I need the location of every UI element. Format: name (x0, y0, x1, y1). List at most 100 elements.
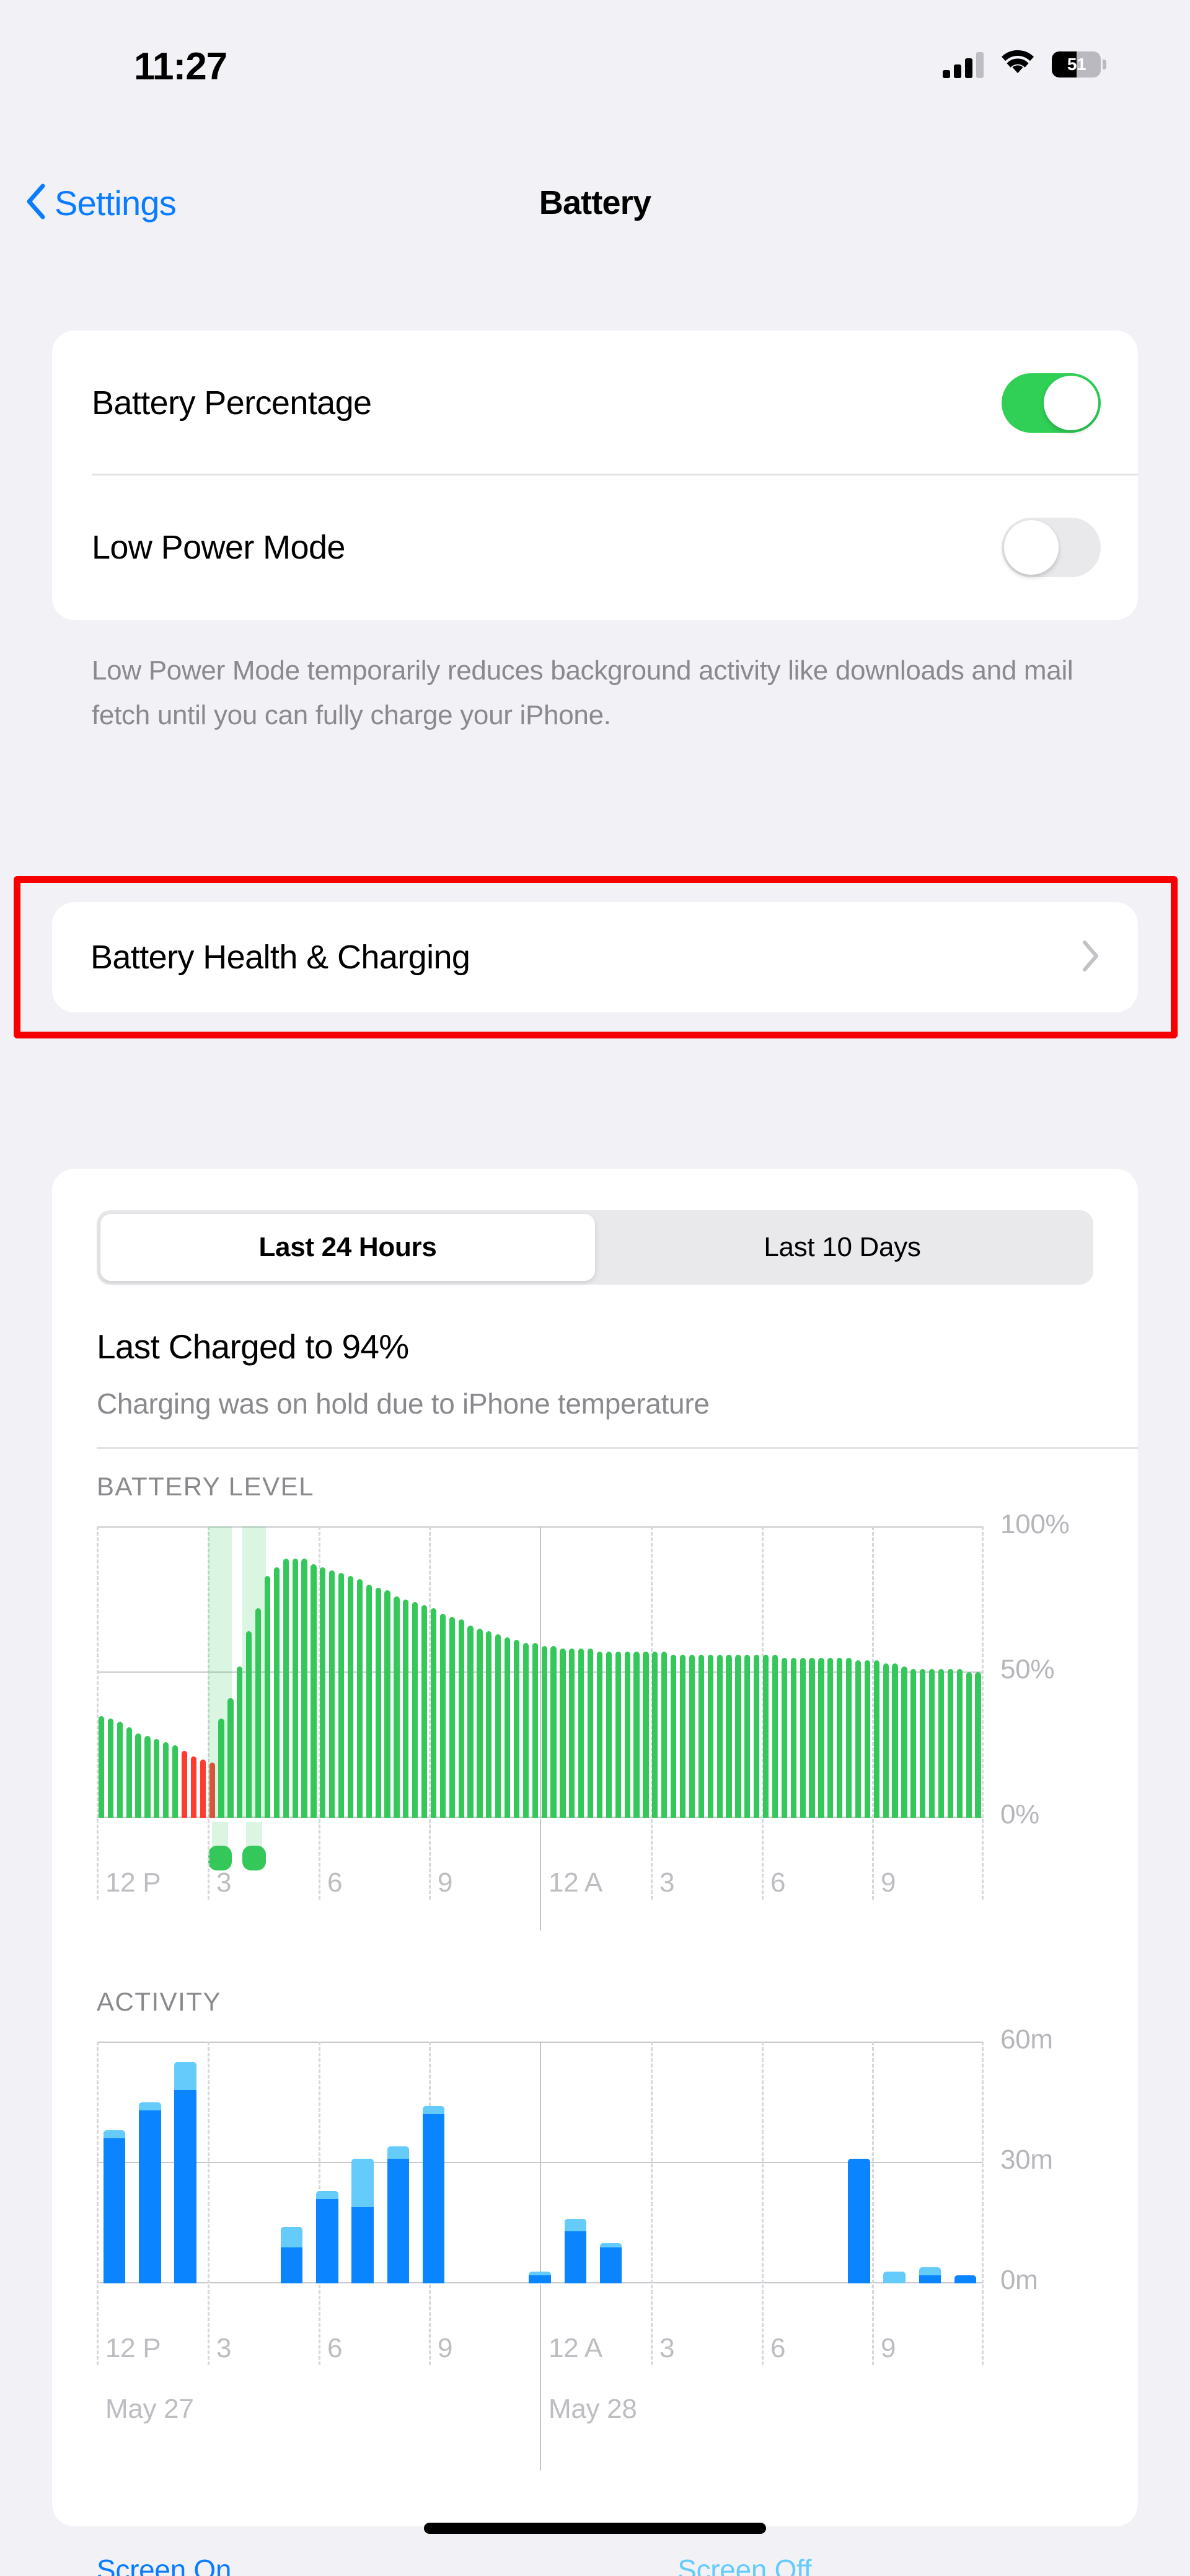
battery-usage-card: Last 24 Hours Last 10 Days Last Charged … (52, 1169, 1138, 2526)
x-axis-day-label: May 28 (549, 2394, 637, 2424)
chart-bar-slot (410, 1526, 420, 1818)
chart-bar (347, 1575, 354, 1818)
chart-bar-slot (549, 1526, 558, 1818)
chart-bar-segment-screen-on (599, 2247, 622, 2283)
x-axis-tick-label: 12 A (549, 2333, 602, 2363)
row-low-power-mode[interactable]: Low Power Mode (52, 475, 1138, 619)
chart-bar-slot (614, 1526, 623, 1818)
chart-bar (139, 2102, 161, 2283)
chart-bar (818, 1657, 824, 1818)
chart-bar-slot (239, 2042, 274, 2283)
x-axis-tick-line (208, 2285, 209, 2365)
chart-bar-slot (706, 1526, 715, 1818)
chart-bar-slot (659, 1526, 669, 1818)
x-axis-tick-label: 12 A (549, 1867, 602, 1898)
chart-bar-segment-screen-off (139, 2102, 161, 2110)
chart-bar-slot (743, 1526, 752, 1818)
chart-bar-slot (881, 1526, 891, 1818)
chart-bar-slot (806, 2042, 841, 2283)
battery-percentage-toggle[interactable] (1002, 373, 1101, 433)
chart-bar (338, 1573, 345, 1818)
chart-bar-slot (374, 1526, 383, 1818)
chart-bar (716, 1654, 723, 1818)
chart-bar-slot (558, 1526, 568, 1818)
chart-bar-slot (106, 1526, 115, 1818)
chart-bar (837, 1657, 843, 1818)
chart-bar-slot (899, 1526, 909, 1818)
low-power-mode-toggle[interactable] (1002, 517, 1101, 577)
x-axis-tick-line (319, 1819, 320, 1900)
chart-bar-slot (522, 2042, 557, 2283)
chart-bar (661, 1652, 668, 1818)
chart-bar-segment-screen-on (848, 2158, 870, 2283)
chart-bar-slot (623, 1526, 632, 1818)
chart-bar (513, 1640, 520, 1818)
chart-bar (901, 1666, 907, 1818)
segment-last-24-hours[interactable]: Last 24 Hours (100, 1214, 595, 1281)
chart-bar (174, 2061, 196, 2283)
chart-bar-slot (487, 2042, 522, 2283)
x-axis-tick-label: 9 (881, 2333, 896, 2363)
row-battery-percentage[interactable]: Battery Percentage (52, 330, 1138, 476)
chart-bar-slot (604, 1526, 614, 1818)
chart-bar-slot (641, 1526, 651, 1818)
chart-bar (264, 1575, 271, 1818)
chart-bar (505, 1637, 511, 1818)
chart-bar (329, 1570, 335, 1818)
chart-bar (366, 1585, 372, 1818)
x-axis-tick-line (429, 2285, 431, 2365)
chart-bar-slot (770, 1526, 780, 1818)
chart-bar (135, 1733, 141, 1818)
chart-bar-slot (789, 1526, 798, 1818)
chart-bar (947, 1669, 953, 1818)
chart-bar (394, 1596, 400, 1818)
chart-bar (707, 1654, 713, 1818)
chart-bar-slot (770, 2042, 806, 2283)
chart-bar (845, 1657, 852, 1818)
chart-bar (190, 1756, 196, 1818)
chart-bar (430, 1608, 437, 1818)
activity-bars (97, 2042, 983, 2283)
x-axis-tick-label: 12 P (105, 1867, 161, 1898)
chart-bar (181, 1750, 188, 1818)
time-range-segmented-control[interactable]: Last 24 Hours Last 10 Days (97, 1210, 1093, 1285)
chart-bar (403, 1599, 409, 1818)
chart-bar (735, 1654, 741, 1818)
y-axis-tick-label: 0m (1000, 2265, 1038, 2295)
chart-bar-slot (891, 1526, 900, 1818)
battery-level-plot[interactable] (97, 1526, 984, 1818)
chart-bar (541, 1645, 547, 1818)
chart-bar-slot (699, 2042, 734, 2283)
chart-bar-slot (355, 1526, 364, 1818)
page-title: Battery (539, 184, 651, 221)
status-bar: 11:27 51 (0, 0, 1190, 108)
low-power-mode-label: Low Power Mode (92, 528, 345, 566)
chart-bar (744, 1654, 751, 1818)
chart-bar-slot (540, 1526, 549, 1818)
chart-bar (117, 1721, 123, 1818)
chart-bar (920, 1669, 926, 1818)
chart-bar (292, 1558, 298, 1818)
battery-level-bars (97, 1526, 983, 1818)
chart-bar (588, 1649, 594, 1818)
chart-bar-slot (697, 1526, 706, 1818)
chart-bar-slot (503, 1526, 512, 1818)
x-axis-tick-line (97, 2285, 99, 2365)
chart-bar (144, 1736, 151, 1818)
highlight-annotation-box (14, 876, 1178, 1038)
chart-bar (928, 1669, 935, 1818)
activity-plot[interactable] (97, 2042, 984, 2283)
chart-bar-segment-screen-on (954, 2275, 977, 2283)
chart-bar-slot (586, 1526, 595, 1818)
chart-bar-slot (134, 1526, 143, 1818)
chart-bar-segment-screen-off (103, 2130, 126, 2138)
chart-bar (966, 1672, 972, 1818)
chart-bar-slot (318, 1526, 327, 1818)
chart-bar (698, 1654, 704, 1818)
chart-bar-segment-screen-on (529, 2275, 551, 2283)
chart-bar (599, 2243, 622, 2283)
home-indicator[interactable] (424, 2523, 766, 2534)
x-axis-tick-label: 9 (438, 2333, 453, 2363)
y-axis-tick-label: 0% (1000, 1799, 1039, 1830)
segment-last-10-days[interactable]: Last 10 Days (595, 1214, 1090, 1281)
